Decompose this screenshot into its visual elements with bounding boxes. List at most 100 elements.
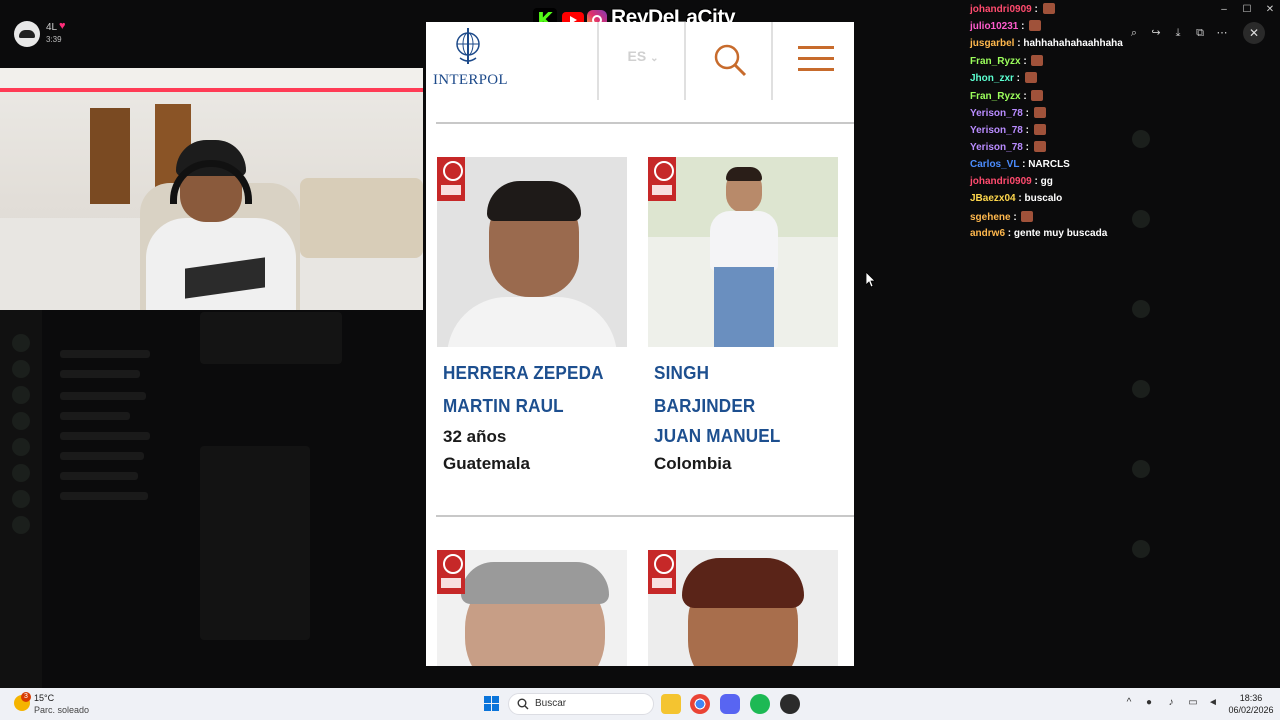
language-selector[interactable]: ES ⌄ [600,48,686,64]
chat-message: Fran_Ryzx : [970,89,1044,107]
mouse-cursor-icon [866,272,876,288]
red-notice-badge [437,157,465,201]
menu-icon[interactable] [798,46,836,72]
red-notice-badge [648,550,676,594]
minimize-icon[interactable]: – [1214,2,1234,18]
chat-message: Yerison_78 : [970,124,1046,141]
chat-separator: : [1013,73,1023,85]
weather-temp[interactable]: 15°C [34,693,54,703]
chat-separator: : [1022,107,1032,119]
background-row [60,492,148,500]
taskbar: 3 15°C Parc. soleado Buscar ^ ● ♪ ▭ ◄ 18… [0,688,1280,720]
notice-card[interactable]: SINGH BARJINDER JUAN MANUEL Colombia [648,157,848,487]
chat-message: julio10231 : [970,20,1042,37]
notice-forename-2: JUAN MANUEL [654,426,781,446]
emote-icon [1031,89,1044,101]
background-row [60,432,150,440]
background-thumbnail [200,446,310,640]
app-tray-icon[interactable]: ● [1142,696,1156,710]
clock-date[interactable]: 06/02/2026 [1226,705,1276,715]
chat-username[interactable]: Yerison_78 [970,125,1023,136]
notice-card[interactable] [648,550,848,666]
volume-icon[interactable]: ◄ [1206,696,1220,710]
interpol-logo-text: INTERPOL [433,72,508,88]
emote-icon [1033,141,1046,153]
emote-icon [1029,20,1042,32]
window-controls: – ☐ ✕ [1200,2,1280,18]
chat-separator: : [1031,4,1041,15]
chrome-icon[interactable] [690,694,710,714]
chat-separator: : [1022,125,1032,137]
search-icon[interactable] [712,42,748,78]
spotify-icon[interactable] [750,694,770,714]
chat-username[interactable]: julio10231 [970,21,1018,32]
red-notice-badge [648,157,676,201]
chat-separator: : [1031,176,1041,187]
system-tray: ^ ● ♪ ▭ ◄ [1122,696,1222,712]
background-row [60,452,144,460]
emote-icon [1033,124,1046,136]
chat-username[interactable]: JBaezx04 [970,193,1016,204]
emote-icon [1031,54,1044,66]
section-divider [436,122,854,124]
notice-surname: SINGH [654,363,710,383]
discord-icon[interactable] [720,694,740,714]
chat-username[interactable]: Fran_Ryzx [970,56,1021,67]
background-row [60,350,150,358]
stream-header: 4L ♥ 3:39 [10,18,210,50]
search-icon [517,698,529,710]
more-icon[interactable]: ⋯ [1213,24,1231,42]
chat-username[interactable]: Fran_Ryzx [970,91,1021,102]
open-external-icon[interactable]: ⧉ [1191,24,1209,42]
chat-username[interactable]: johandri0909 [970,4,1032,15]
chat-message: andrw6 : gente muy buscada [970,228,1107,245]
chat-separator: : [1010,211,1020,223]
chat-username[interactable]: andrw6 [970,228,1005,239]
notice-age: 32 años [443,427,507,446]
share-icon[interactable]: ↪ [1147,24,1165,42]
streamer-avatar [14,21,40,47]
background-row [60,472,138,480]
close-icon[interactable]: ✕ [1260,2,1280,18]
chat-message: johandri0909 : gg [970,176,1053,193]
windows-start-icon[interactable] [484,696,500,712]
notice-forename: MARTIN RAUL [443,396,564,416]
chat-separator: : [1020,90,1030,102]
weather-desc[interactable]: Parc. soleado [34,705,89,715]
microphone-icon[interactable]: ♪ [1164,696,1178,710]
background-sidebar [0,310,42,688]
zoom-icon[interactable]: ⌕ [1125,24,1143,42]
chat-username[interactable]: Yerison_78 [970,142,1023,153]
chat-message: Carlos_VL : NARCLS [970,159,1070,176]
chat-text: NARCLS [1028,158,1070,170]
chat-username[interactable]: Jhon_zxr [970,73,1014,84]
viewer-toolbar: ⌕ ↪ ⤓ ⧉ ⋯ ✕ [1120,22,1270,44]
obs-icon[interactable] [780,694,800,714]
file-explorer-icon[interactable] [661,694,681,714]
emote-icon [1024,72,1037,84]
notice-photo [648,157,838,347]
interpol-screen: INTERPOL ES ⌄ HERRERA ZEPEDA MARTIN RAUL… [426,22,854,666]
notice-card[interactable]: HERRERA ZEPEDA MARTIN RAUL 32 años Guate… [437,157,637,487]
maximize-icon[interactable]: ☐ [1237,2,1257,18]
chat-text: buscalo [1024,193,1063,205]
close-viewer-icon[interactable]: ✕ [1243,22,1265,44]
chat-message: Yerison_78 : [970,141,1046,158]
chat-username[interactable]: johandri0909 [970,176,1032,187]
taskbar-search[interactable]: Buscar [508,693,654,715]
chat-separator: : [1019,158,1029,170]
streamer-name: 4L [46,22,58,33]
network-icon[interactable]: ▭ [1186,696,1200,710]
notice-photo [437,157,627,347]
chevron-up-icon[interactable]: ^ [1122,696,1136,710]
chat-username[interactable]: sgehene [970,212,1011,223]
chevron-down-icon: ⌄ [650,53,659,64]
notice-card[interactable] [437,550,637,666]
chat-username[interactable]: Yerison_78 [970,108,1023,119]
chat-username[interactable]: Carlos_VL [970,159,1019,170]
clock-time[interactable]: 18:36 [1226,693,1276,703]
notice-photo [437,550,627,666]
chat-username[interactable]: jusgarbel [970,38,1014,49]
download-icon[interactable]: ⤓ [1169,24,1187,42]
interpol-logo-icon[interactable] [453,28,483,66]
